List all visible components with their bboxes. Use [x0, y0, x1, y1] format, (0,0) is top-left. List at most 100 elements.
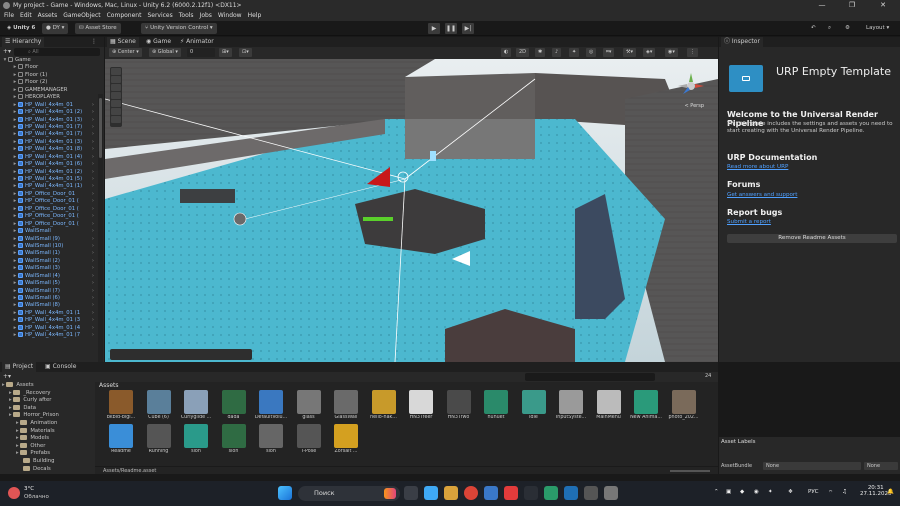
hierarchy-item[interactable]: ▸ HP_Wall_4x4m_01 (3 › [0, 317, 100, 324]
project-folder[interactable]: ▸ Materials [0, 427, 93, 436]
menu-gameobject[interactable]: GameObject [63, 12, 100, 19]
file-explorer-icon[interactable] [444, 486, 458, 500]
keyboard-language[interactable]: РУС [808, 489, 819, 495]
bugs-link[interactable]: Submit a report [727, 219, 771, 225]
tray-app-icon-4[interactable]: ✦ [768, 489, 773, 495]
tray-app-icon-3[interactable]: ◉ [754, 489, 759, 495]
hierarchy-item[interactable]: ▸ Floor (1) [0, 71, 100, 79]
prefab-open-icon[interactable]: › [92, 169, 94, 176]
hierarchy-item[interactable]: ▸ HP_Wall_4x4m_01 (8) › [0, 146, 100, 153]
hierarchy-item[interactable]: ▸ HP_Wall_4x4m_01 (7) › [0, 123, 100, 131]
prefab-open-icon[interactable]: › [92, 109, 94, 116]
menu-edit[interactable]: Edit [20, 12, 32, 19]
asset-tile[interactable]: glass [291, 390, 327, 420]
undo-history-icon[interactable]: ↶ [807, 23, 820, 34]
menu-assets[interactable]: Assets [38, 12, 58, 19]
variant-dropdown[interactable]: None [864, 462, 898, 470]
asset-tile[interactable]: slon [253, 424, 289, 454]
remove-readme-button[interactable]: Remove Readme Assets [727, 234, 897, 243]
project-folder[interactable]: ▸ Curly after [0, 397, 93, 405]
prefab-open-icon[interactable]: › [92, 183, 94, 190]
hierarchy-scroll-thumb[interactable] [99, 98, 102, 158]
prefab-open-icon[interactable]: › [92, 273, 94, 280]
asset-tile[interactable]: slon [178, 424, 214, 454]
version-control-button[interactable]: ⑂ Unity Version Control ▾ [141, 23, 217, 34]
hierarchy-scrollbar[interactable] [98, 94, 103, 394]
asset-tile[interactable]: Readme [103, 424, 139, 454]
tray-app-icon[interactable]: ▣ [726, 489, 731, 495]
hierarchy-item[interactable]: ▸ HP_Office_Door_01 (› [0, 213, 100, 220]
scene-overlay-toolbar[interactable] [110, 349, 252, 360]
asset-tile[interactable]: InputSyste... [553, 390, 589, 420]
app-icon-green[interactable] [544, 486, 558, 500]
create-asset-button[interactable]: +▾ [3, 373, 11, 380]
asset-tile[interactable]: slon [216, 424, 252, 454]
hierarchy-item[interactable]: ▸ WallSmall › [0, 228, 100, 235]
tray-app-icon-5[interactable]: ❖ [788, 489, 793, 495]
asset-tile[interactable]: hunuet [478, 390, 514, 420]
hierarchy-item[interactable]: ▸ HP_Wall_4x4m_01 (6) › [0, 161, 100, 168]
prefab-open-icon[interactable]: › [92, 176, 94, 183]
rect-tool-icon[interactable] [111, 100, 121, 107]
rotate-tool-icon[interactable] [111, 84, 121, 91]
prefab-open-icon[interactable]: › [92, 265, 94, 272]
tab-scene[interactable]: ▦ Scene [107, 37, 139, 47]
orientation-gizmo-icon[interactable] [678, 73, 704, 99]
hierarchy-item[interactable]: ▸ WallSmall (5) › [0, 280, 100, 287]
hierarchy-item[interactable]: ▸ GAMEMANAGER [0, 86, 100, 94]
project-folder[interactable]: ▸ Other [0, 442, 93, 451]
gizmos-toggle-icon[interactable]: ◈▾ [643, 48, 656, 57]
project-folder[interactable]: ▸ Models [0, 435, 93, 443]
hierarchy-item[interactable]: ▸ HP_Wall_4x4m_01 (7) › [0, 131, 100, 138]
settings-icon[interactable]: ⚙ [841, 23, 854, 34]
prefab-open-icon[interactable]: › [92, 206, 94, 213]
project-breadcrumb[interactable]: Assets [99, 382, 119, 389]
project-folder[interactable]: Decals [0, 465, 93, 474]
asset-tile[interactable]: dada [216, 390, 252, 420]
grid-snap-icon[interactable]: ⊞▾ [219, 48, 232, 57]
volume-icon[interactable]: ♫ [842, 489, 847, 495]
hierarchy-item[interactable]: ▸ HP_Wall_4x4m_01 (2) › [0, 168, 100, 176]
yandex-icon[interactable] [504, 486, 518, 500]
prefab-open-icon[interactable]: › [92, 161, 94, 168]
camera-icon[interactable]: ⌗▾ [603, 48, 615, 57]
asset-tile[interactable]: bkbld-bigl... [103, 390, 139, 420]
menu-jobs[interactable]: Jobs [200, 12, 212, 19]
menu-services[interactable]: Services [147, 12, 172, 19]
prefab-open-icon[interactable]: › [92, 213, 94, 220]
asset-tile[interactable]: hello-nak... [366, 390, 402, 420]
hierarchy-item[interactable]: ▸ HEROPLAYER [0, 94, 100, 101]
hierarchy-scene-root[interactable]: ▾ Game [0, 57, 100, 64]
prefab-open-icon[interactable]: › [92, 102, 94, 109]
chrome-icon[interactable] [464, 486, 478, 500]
prefab-open-icon[interactable]: › [92, 332, 94, 339]
project-folder[interactable]: Building [0, 457, 93, 466]
audio-toggle-icon[interactable]: ♪ [552, 48, 562, 57]
unity-editor-icon[interactable] [604, 486, 618, 500]
hierarchy-item[interactable]: ▸ WallSmall (1) › [0, 250, 100, 257]
prefab-open-icon[interactable]: › [92, 317, 94, 324]
prefab-open-icon[interactable]: › [92, 310, 94, 317]
prefab-open-icon[interactable]: › [92, 295, 94, 302]
weather-text[interactable]: Облачно [24, 494, 49, 500]
close-button[interactable]: ✕ [868, 0, 898, 11]
tab-animator[interactable]: ⚡ Animator [177, 37, 217, 47]
visibility-icon[interactable]: ◉▾ [665, 48, 678, 57]
pivot-dropdown[interactable]: ⊕ Center ▾ [109, 48, 142, 57]
scene-view-menu-icon[interactable]: ⋮ [687, 48, 698, 57]
weather-icon[interactable] [8, 487, 20, 499]
asset-store-button[interactable]: ⛁ Asset Store [75, 23, 121, 34]
tab-hierarchy[interactable]: ☰ Hierarchy [2, 37, 45, 47]
prefab-open-icon[interactable]: › [92, 154, 94, 161]
hierarchy-item[interactable]: ▸ WallSmall (7) › [0, 287, 100, 295]
hand-tool-icon[interactable] [111, 68, 121, 75]
project-search-input[interactable] [525, 373, 655, 381]
maximize-button[interactable]: ❐ [837, 0, 867, 11]
asset-tile[interactable]: HN3Tfeer [403, 390, 439, 420]
hierarchy-item[interactable]: ▸ WallSmall (8) › [0, 302, 100, 309]
account-button[interactable]: ● DY ▾ [42, 23, 69, 34]
panel-menu-icon[interactable]: ⋮ [88, 37, 100, 47]
project-folder[interactable]: ▸ Data [0, 404, 93, 413]
snap-icon[interactable]: ⊡▾ [239, 48, 252, 57]
scene-viewport[interactable]: < Persp [105, 59, 718, 362]
